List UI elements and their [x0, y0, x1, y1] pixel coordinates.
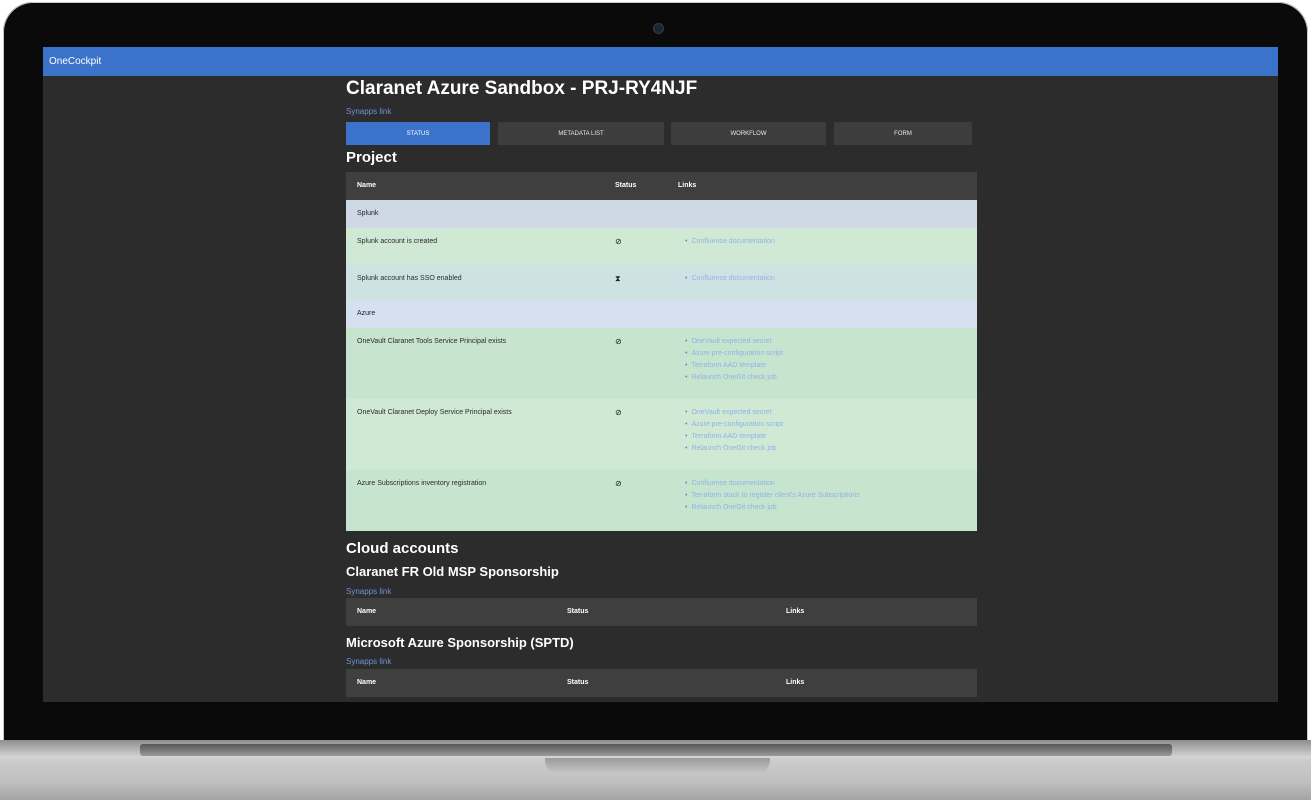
link-onevault-expected-secret[interactable]: OneVault expected secret	[685, 407, 783, 419]
link-relaunch-onegit-check-job[interactable]: Relaunch OneGit check job	[685, 443, 783, 455]
laptop-notch	[545, 758, 770, 774]
column-header-links[interactable]: Links	[678, 182, 696, 189]
column-header-status[interactable]: Status	[615, 182, 636, 189]
row-name: OneVault Claranet Deploy Service Princip…	[357, 409, 512, 416]
group-row-splunk: Splunk	[346, 200, 977, 228]
tab-workflow[interactable]: Workflow	[671, 122, 826, 145]
column-header-name[interactable]: Name	[357, 679, 376, 686]
app-bar: OneCockpit	[43, 47, 1278, 76]
row-links: Confluence documentation	[685, 236, 774, 248]
link-relaunch-onegit-check-job[interactable]: Relaunch OneGit check job	[685, 502, 860, 514]
row-name: Splunk account is created	[357, 238, 438, 245]
row-links: OneVault expected secret Azure pre-confi…	[685, 336, 783, 384]
cloud-account-table-header: Name Status Links	[346, 598, 977, 626]
column-header-links[interactable]: Links	[786, 679, 804, 686]
check-circle-icon: ⊘	[615, 479, 622, 488]
row-links: Confluence documentation	[685, 273, 774, 285]
synapps-link[interactable]: Synapps link	[346, 107, 391, 116]
check-circle-icon: ⊘	[615, 237, 622, 246]
cloud-account-name: Microsoft Azure Sponsorship (SPTD)	[346, 635, 574, 650]
check-circle-icon: ⊘	[615, 337, 622, 346]
laptop-hinge	[140, 744, 1172, 756]
row-name: Splunk account has SSO enabled	[357, 275, 462, 282]
group-label: Splunk	[357, 210, 379, 217]
project-section-title: Project	[346, 149, 397, 166]
check-circle-icon: ⊘	[615, 408, 622, 417]
link-confluence-documentation[interactable]: Confluence documentation	[685, 236, 774, 248]
synapps-link[interactable]: Synapps link	[346, 587, 391, 596]
synapps-link[interactable]: Synapps link	[346, 657, 391, 666]
camera-icon	[653, 23, 664, 34]
row-links: OneVault expected secret Azure pre-confi…	[685, 407, 783, 455]
link-azure-preconfiguration-script[interactable]: Azure pre-configuration script	[685, 348, 782, 360]
column-header-name[interactable]: Name	[357, 182, 376, 189]
hourglass-icon: ⧗	[615, 274, 621, 283]
project-table: Name Status Links Splunk Splunk account …	[346, 172, 977, 531]
link-onevault-expected-secret[interactable]: OneVault expected secret	[685, 336, 783, 348]
link-terraform-aad-template[interactable]: Terraform AAD template	[685, 360, 783, 372]
tab-status[interactable]: Status	[346, 122, 490, 145]
group-row-azure: Azure	[346, 300, 977, 328]
column-header-name[interactable]: Name	[357, 608, 376, 615]
link-relaunch-onegit-check-job[interactable]: Relaunch OneGit check job	[685, 372, 783, 384]
page-title: Claranet Azure Sandbox - PRJ-RY4NJF	[346, 78, 698, 99]
link-confluence-documentation[interactable]: Confluence documentation	[685, 273, 774, 285]
laptop-base-edge	[0, 784, 1311, 800]
column-header-status[interactable]: Status	[567, 608, 588, 615]
table-row: OneVault Claranet Tools Service Principa…	[346, 328, 977, 399]
column-header-status[interactable]: Status	[567, 679, 588, 686]
group-label: Azure	[357, 310, 376, 317]
column-header-links[interactable]: Links	[786, 608, 804, 615]
table-header: Name Status Links	[346, 172, 977, 200]
cloud-account-table-header: Name Status Links	[346, 669, 977, 697]
table-row: Splunk account has SSO enabled ⧗ Conflue…	[346, 265, 977, 300]
link-azure-preconfiguration-script[interactable]: Azure pre-configuration script	[685, 419, 782, 431]
tab-metadata-list[interactable]: Metadata list	[498, 122, 664, 145]
link-terraform-stack-register-subscriptions[interactable]: Terraform stack to register client's Azu…	[685, 490, 859, 502]
table-row: OneVault Claranet Deploy Service Princip…	[346, 399, 977, 470]
link-terraform-aad-template[interactable]: Terraform AAD template	[685, 431, 783, 443]
screen: OneCockpit Claranet Azure Sandbox - PRJ-…	[43, 47, 1278, 702]
app-title[interactable]: OneCockpit	[49, 56, 101, 67]
row-name: OneVault Claranet Tools Service Principa…	[357, 338, 507, 345]
cloud-account-name: Claranet FR Old MSP Sponsorship	[346, 564, 559, 579]
table-row: Azure Subscriptions inventory registrati…	[346, 470, 977, 531]
table-row: Splunk account is created ⊘ Confluence d…	[346, 228, 977, 265]
cloud-accounts-title: Cloud accounts	[346, 540, 459, 557]
row-name: Azure Subscriptions inventory registrati…	[357, 480, 487, 487]
link-confluence-documentation[interactable]: Confluence documentation	[685, 478, 860, 490]
tab-form[interactable]: Form	[834, 122, 972, 145]
row-links: Confluence documentation Terraform stack…	[685, 478, 860, 514]
